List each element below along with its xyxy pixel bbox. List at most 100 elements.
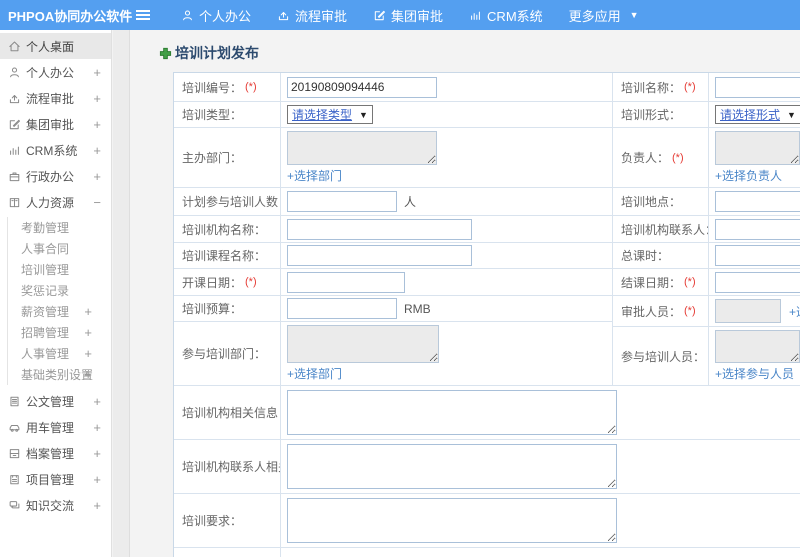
sidebar-subitem-training-mgmt[interactable]: 培训管理 [8, 259, 111, 280]
expand-plus-icon[interactable]: + [93, 65, 101, 80]
org-contact-label: 培训机构联系人： [613, 216, 709, 242]
form-row-planned-trainees: 计划参与培训人数：(*) 人 [174, 188, 612, 216]
sidebar-subitem-attendance-mgmt[interactable]: 考勤管理 [8, 217, 111, 238]
training-no-input[interactable] [287, 76, 437, 98]
end-date-input[interactable] [715, 271, 800, 293]
expand-plus-icon[interactable]: + [93, 117, 101, 132]
participating-persons-textarea[interactable] [715, 330, 800, 363]
sidebar-subitem-personnel-mgmt[interactable]: 人事管理 + [8, 343, 111, 364]
person-in-charge-link[interactable]: +选择负责人 [715, 167, 782, 184]
training-org-name-input[interactable] [287, 218, 472, 240]
sidebar-item-label: 个人桌面 [26, 39, 75, 54]
training-budget-value-cell: RMB [281, 296, 612, 321]
nav-item-more-apps[interactable]: 更多应用 ▼ [556, 0, 652, 30]
training-name-label: 培训名称： (*) [613, 73, 709, 101]
sidebar-item-label: 知识交流 [26, 498, 75, 513]
nav-item-personal-office[interactable]: 个人办公 [168, 0, 264, 30]
caret-down-icon: ▼ [629, 10, 639, 20]
edit-icon [8, 118, 21, 131]
nav-item-group-approval[interactable]: 集团审批 [360, 0, 456, 30]
approvers-link[interactable]: +选择审批人员 [789, 303, 800, 320]
training-budget-label: 培训预算： [174, 296, 281, 321]
training-course-name-input[interactable] [287, 245, 472, 266]
required-marker: (*) [245, 81, 257, 93]
training-form-select[interactable]: 请选择形式 ▼ [715, 105, 800, 124]
expand-plus-icon[interactable]: + [84, 325, 92, 340]
participating-departments-link[interactable]: +选择部门 [287, 365, 342, 382]
sidebar-item-personal-desktop[interactable]: 个人桌面 [0, 33, 111, 59]
sidebar-item-process-approval[interactable]: 流程审批 + [0, 85, 111, 111]
sidebar-subitem-reward-punish[interactable]: 奖惩记录 [8, 280, 111, 301]
required-marker: (*) [684, 81, 696, 93]
expand-plus-icon[interactable]: + [93, 91, 101, 106]
sidebar-submenu-human-resources: 考勤管理 人事合同 培训管理 奖惩记录 薪资管理 + 招聘管理 + 人事管理 + 基础类别设置 + [7, 217, 111, 385]
expand-plus-icon[interactable]: + [93, 498, 101, 513]
hamburger-menu-icon[interactable] [136, 10, 150, 20]
nav-item-crm-system[interactable]: CRM系统 [456, 0, 556, 30]
car-icon [8, 421, 21, 434]
nav-item-label: 更多应用 [568, 8, 621, 24]
training-budget-input[interactable] [287, 298, 397, 319]
start-date-input[interactable] [287, 271, 405, 293]
expand-plus-icon[interactable]: + [93, 472, 101, 487]
sidebar-subitem-hr-contract[interactable]: 人事合同 [8, 238, 111, 259]
expand-plus-icon[interactable]: + [84, 346, 92, 361]
expand-plus-icon[interactable]: + [84, 304, 92, 319]
sidebar-subitem-recruit-mgmt[interactable]: 招聘管理 + [8, 322, 111, 343]
sidebar-item-project-mgmt[interactable]: 项目管理 + [0, 466, 111, 492]
training-requirements-textarea[interactable] [287, 498, 617, 543]
training-type-select[interactable]: 请选择类型 ▼ [287, 105, 373, 124]
form-row-org-related-info: 培训机构相关信息： [174, 386, 800, 440]
nav-item-process-approval[interactable]: 流程审批 [264, 0, 360, 30]
sidebar-item-archive-mgmt[interactable]: 档案管理 + [0, 440, 111, 466]
sidebar-item-crm-system[interactable]: CRM系统 + [0, 137, 111, 163]
org-contact-related-info-textarea[interactable] [287, 444, 617, 489]
planned-trainees-input[interactable] [287, 191, 397, 212]
participating-persons-label: 参与培训人员：(*) [613, 327, 709, 385]
org-contact-input[interactable] [715, 218, 800, 240]
sidebar: 个人桌面个人办公 + 流程审批 + 集团审批 + CRM系统 + 行政办公 + 人力资源 − 考勤管理人… [0, 30, 112, 557]
training-location-value-cell [709, 188, 800, 215]
sidebar-item-admin-office[interactable]: 行政办公 + [0, 163, 111, 189]
expand-plus-icon[interactable]: + [93, 169, 101, 184]
expand-plus-icon[interactable]: + [93, 446, 101, 461]
org-related-info-label: 培训机构相关信息： [174, 386, 281, 439]
sidebar-item-personal-office[interactable]: 个人办公 + [0, 59, 111, 85]
collapse-minus-icon[interactable]: − [93, 195, 101, 210]
archive-icon [8, 447, 21, 460]
book-icon [8, 196, 21, 209]
sidebar-subitem-label: 考勤管理 [21, 221, 70, 235]
total-hours-input[interactable] [715, 245, 800, 266]
expand-plus-icon[interactable]: + [93, 420, 101, 435]
sidebar-item-document-mgmt[interactable]: 公文管理 + [0, 388, 111, 414]
host-department-textarea[interactable] [287, 131, 437, 165]
person-in-charge-textarea[interactable] [715, 131, 800, 165]
org-related-info-textarea[interactable] [287, 390, 617, 435]
sidebar-item-knowledge-exchange[interactable]: 知识交流 + [0, 492, 111, 518]
sidebar-subitem-salary-mgmt[interactable]: 薪资管理 + [8, 301, 111, 322]
expand-plus-icon[interactable]: + [84, 367, 92, 382]
expand-plus-icon[interactable]: + [93, 394, 101, 409]
participating-persons-value-cell: +选择参与人员 [709, 327, 800, 385]
training-name-input[interactable] [715, 76, 800, 98]
participating-persons-link[interactable]: +选择参与人员 [715, 365, 794, 382]
sidebar-item-vehicle-mgmt[interactable]: 用车管理 + [0, 414, 111, 440]
approvers-value-cell: +选择审批人员 [709, 296, 800, 326]
expand-plus-icon[interactable]: + [93, 143, 101, 158]
training-course-name-value-cell [281, 243, 612, 268]
sidebar-item-group-approval[interactable]: 集团审批 + [0, 111, 111, 137]
participating-departments-textarea[interactable] [287, 325, 439, 363]
training-location-input[interactable] [715, 191, 800, 212]
host-department-value-cell: +选择部门 [281, 128, 612, 187]
host-department-link[interactable]: +选择部门 [287, 167, 342, 184]
form-row-host-department: 主办部门： +选择部门 [174, 128, 612, 188]
sidebar-subitem-label: 基础类别设置 [21, 368, 94, 382]
sidebar-item-human-resources[interactable]: 人力资源 − [0, 189, 111, 215]
training-budget-unit: RMB [404, 301, 431, 316]
total-hours-label: 总课时： [613, 243, 709, 268]
approvers-box[interactable] [715, 299, 781, 323]
field-label-text: 结课日期： [621, 275, 682, 290]
sidebar-subitem-base-category[interactable]: 基础类别设置 + [8, 364, 111, 385]
app-logo: PHPOA协同办公软件 [8, 8, 133, 24]
form-row-training-location: 培训地点： [613, 188, 800, 216]
